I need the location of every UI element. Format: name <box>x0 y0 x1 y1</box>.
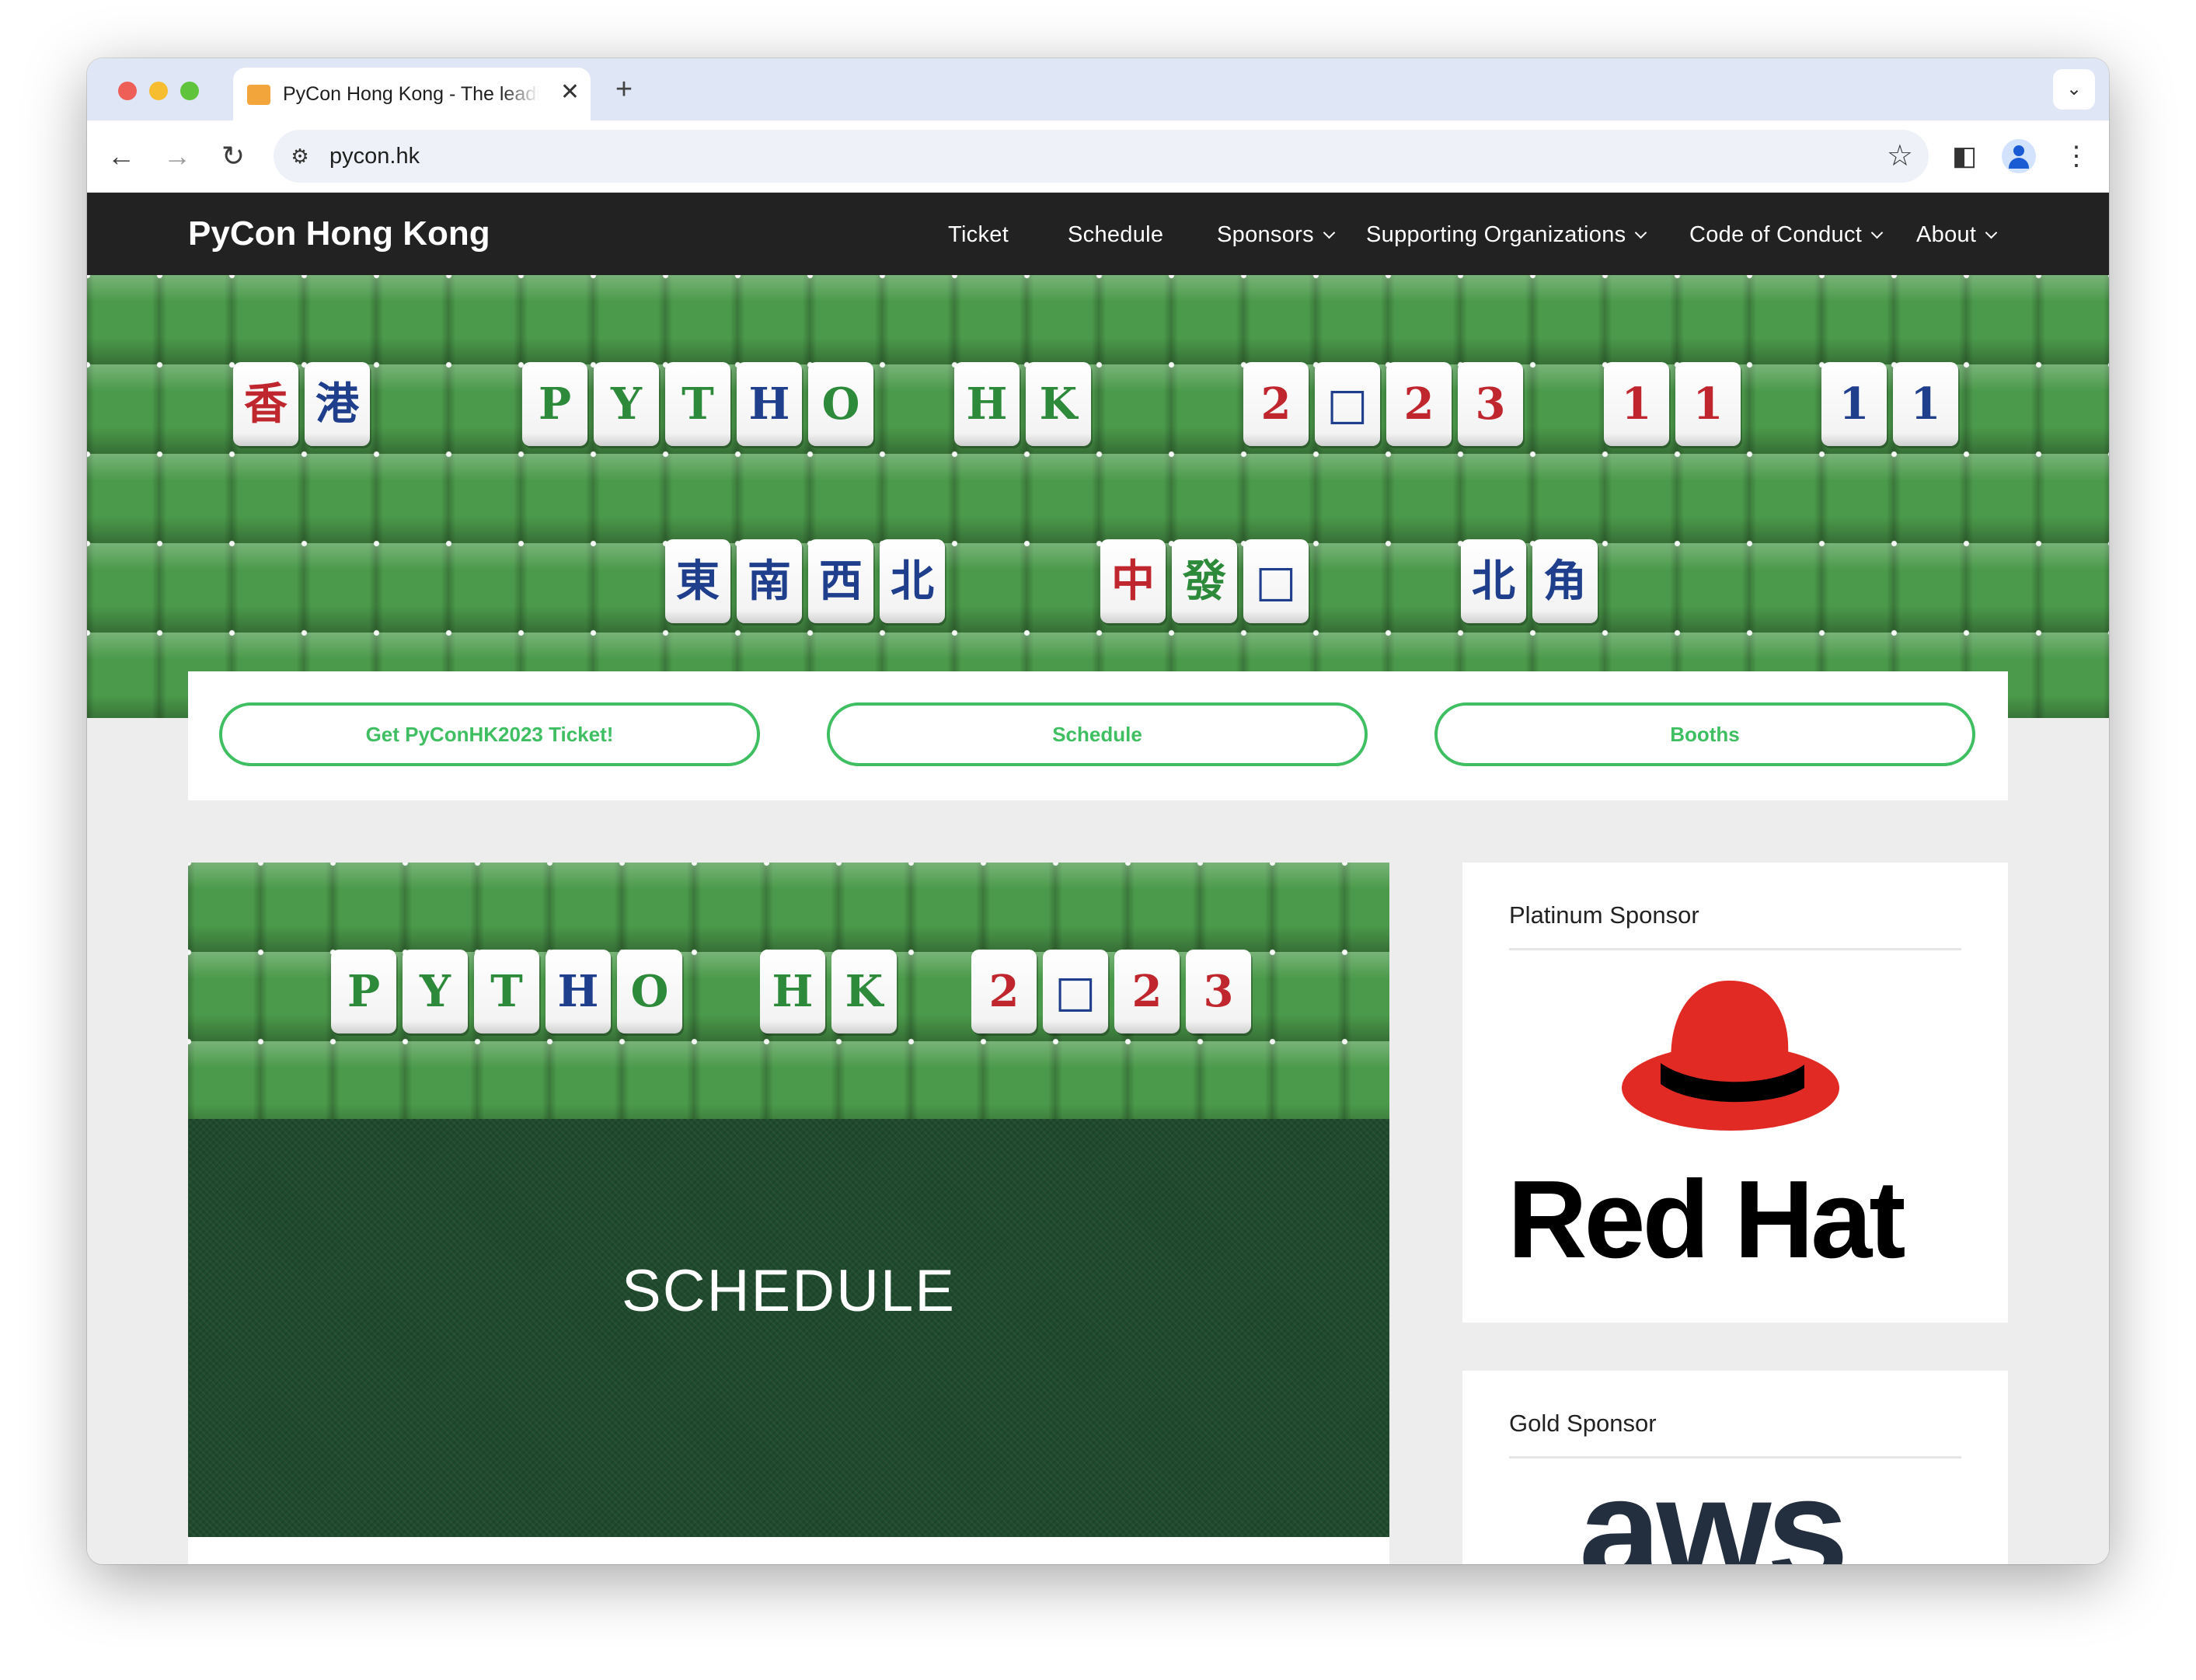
back-arrow-icon[interactable]: ← <box>103 138 140 175</box>
new-tab-button[interactable]: + <box>606 72 642 108</box>
mahjong-tile: H <box>760 950 825 1033</box>
mahjong-tile: Y <box>403 950 468 1033</box>
nav-about-dropdown[interactable]: About <box>1916 219 1998 250</box>
mahjong-tile: H <box>954 362 1020 446</box>
redhat-hat-logo-icon[interactable] <box>1618 971 1843 1142</box>
browser-window: PyCon Hong Kong - The leading ✕ + ⌄ ← → … <box>87 58 2109 1564</box>
mahjong-tile: 東 <box>665 539 730 623</box>
mahjong-tile: 發 <box>1172 539 1237 623</box>
aws-logo[interactable]: aws <box>1579 1456 1849 1564</box>
mahjong-tile: 1 <box>1893 362 1958 446</box>
profile-avatar-icon[interactable] <box>2002 139 2036 173</box>
schedule-card-footer <box>188 1537 1389 1564</box>
schedule-button[interactable]: Schedule <box>827 702 1368 766</box>
mahjong-tile: 2 <box>1386 362 1452 446</box>
bookmark-star-icon[interactable]: ☆ <box>1887 138 1913 175</box>
get-ticket-button[interactable]: Get PyConHK2023 Ticket! <box>219 702 760 766</box>
close-tab-icon[interactable]: ✕ <box>560 78 580 106</box>
platinum-sponsor-card: Platinum Sponsor Red Hat <box>1462 863 2008 1323</box>
mahjong-tile: □ <box>1043 950 1108 1033</box>
nav-code-of-conduct-dropdown[interactable]: Code of Conduct <box>1689 219 1884 250</box>
mahjong-tile: 角 <box>1532 539 1598 623</box>
tab-title: PyCon Hong Kong - The leading <box>283 83 539 105</box>
reload-icon[interactable]: ↻ <box>214 138 252 175</box>
mahjong-tile: 北 <box>880 539 945 623</box>
quick-links-card: Get PyConHK2023 Ticket! Schedule Booths <box>188 671 2008 800</box>
mahjong-tile: 1 <box>1675 362 1741 446</box>
nav-sponsors-dropdown[interactable]: Sponsors <box>1217 219 1336 250</box>
mahjong-tile: 3 <box>1458 362 1523 446</box>
more-menu-icon[interactable]: ⋮ <box>2058 138 2095 175</box>
gold-sponsor-card: Gold Sponsor aws <box>1462 1371 2008 1564</box>
sponsor-tier-title: Gold Sponsor <box>1509 1410 1657 1437</box>
mahjong-tile: 南 <box>737 539 802 623</box>
python-logo-tile: H <box>737 362 802 446</box>
mahjong-tile: O <box>808 362 873 446</box>
mahjong-tile: 1 <box>1821 362 1887 446</box>
mahjong-tile: 3 <box>1186 950 1251 1033</box>
tab-strip: PyCon Hong Kong - The leading ✕ + ⌄ <box>87 58 2109 120</box>
browser-toolbar: ← → ↻ ⚙ pycon.hk ☆ ◧ ⋮ <box>87 120 2109 193</box>
chevron-down-icon <box>1635 226 1647 239</box>
mahjong-tile: 1 <box>1604 362 1669 446</box>
mahjong-tile: K <box>831 950 897 1033</box>
minimize-window-button[interactable] <box>149 82 168 100</box>
mahjong-tile: 2 <box>971 950 1037 1033</box>
hero-mahjong-banner: 香 港 P Y T H O H K 2 □ 2 3 1 1 1 1 東 南 西 … <box>87 275 2109 718</box>
address-bar[interactable]: ⚙ pycon.hk ☆ <box>274 130 1929 183</box>
chevron-down-icon <box>1870 226 1884 239</box>
mahjong-tile: 2 <box>1114 950 1180 1033</box>
site-navbar: PyCon Hong Kong Ticket Schedule Sponsors… <box>87 193 2109 275</box>
schedule-banner[interactable]: P Y T H O H K 2 □ 2 3 SCHEDULE <box>188 863 1389 1537</box>
chevron-down-icon <box>1985 226 1998 239</box>
sponsor-tier-title: Platinum Sponsor <box>1509 901 1699 929</box>
mahjong-tile: 港 <box>305 362 370 446</box>
tab-search-button[interactable]: ⌄ <box>2053 69 2095 110</box>
redhat-wordmark: Red Hat <box>1508 1158 1906 1281</box>
schedule-tiles-strip: P Y T H O H K 2 □ 2 3 <box>188 863 1389 1119</box>
pycon-favicon-icon <box>247 85 270 105</box>
mahjong-tile: □ <box>1243 539 1309 623</box>
mahjong-tile: □ <box>1315 362 1380 446</box>
mahjong-tile: 2 <box>1243 362 1309 446</box>
url-text[interactable]: pycon.hk <box>329 141 420 172</box>
schedule-banner-title: SCHEDULE <box>622 1258 956 1324</box>
python-logo-tile: H <box>546 950 611 1033</box>
side-panel-icon[interactable]: ◧ <box>1946 138 1983 175</box>
site-brand-link[interactable]: PyCon Hong Kong <box>188 211 490 256</box>
mahjong-tile: T <box>665 362 730 446</box>
nav-schedule-link[interactable]: Schedule <box>1068 219 1163 250</box>
booths-button[interactable]: Booths <box>1434 702 1975 766</box>
site-settings-icon[interactable]: ⚙ <box>286 142 314 170</box>
forward-arrow-icon[interactable]: → <box>159 138 196 175</box>
mahjong-tile: O <box>617 950 682 1033</box>
mahjong-tile: P <box>522 362 587 446</box>
zoom-window-button[interactable] <box>180 82 199 100</box>
mahjong-tile: T <box>474 950 539 1033</box>
browser-tab[interactable]: PyCon Hong Kong - The leading ✕ <box>233 68 591 120</box>
close-window-button[interactable] <box>118 82 137 100</box>
mahjong-tile: Y <box>594 362 659 446</box>
mahjong-tile: 香 <box>233 362 298 446</box>
divider <box>1509 948 1961 950</box>
schedule-felt-background: SCHEDULE <box>188 1119 1389 1537</box>
mahjong-tile: 西 <box>808 539 873 623</box>
nav-supporting-organizations-dropdown[interactable]: Supporting Organizations <box>1366 219 1647 250</box>
nav-ticket-link[interactable]: Ticket <box>948 219 1009 250</box>
page-viewport: PyCon Hong Kong Ticket Schedule Sponsors… <box>87 193 2109 1564</box>
mahjong-tile: K <box>1026 362 1091 446</box>
mahjong-tile: P <box>331 950 396 1033</box>
mahjong-tile: 北 <box>1461 539 1526 623</box>
mahjong-tile: 中 <box>1100 539 1166 623</box>
chevron-down-icon <box>1323 226 1336 239</box>
